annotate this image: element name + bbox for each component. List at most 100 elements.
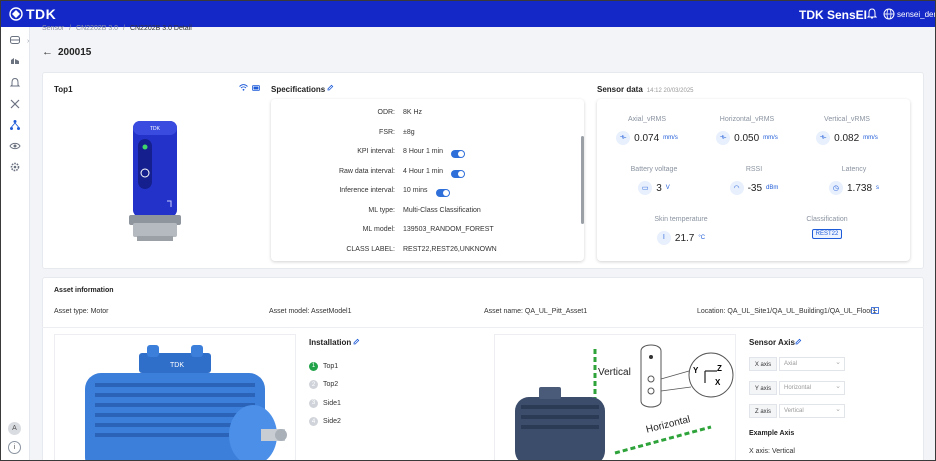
breadcrumb-model[interactable]: CN2202B 3.0 <box>76 25 118 32</box>
axis-label: Y axis <box>749 380 777 395</box>
metric-unit: mm/s <box>663 135 678 141</box>
metric-unit: mm/s <box>763 135 778 141</box>
sensor-device-image: TDK <box>129 121 181 241</box>
installation-title: Installation <box>309 338 352 347</box>
motor-image: TDK <box>85 345 287 460</box>
analytics-icon[interactable] <box>9 55 21 67</box>
edit-pencil-icon[interactable] <box>327 84 334 91</box>
spec-row: Inference interval: 10 mins <box>271 187 581 199</box>
axis-label: X axis <box>749 357 777 371</box>
page-title: 200015 <box>58 47 92 58</box>
metric-label: Battery voltage <box>630 166 678 173</box>
sensor-data-timestamp: 14:12 20/03/2025 <box>646 88 694 94</box>
metric-value: -35 <box>747 182 763 194</box>
axis-select[interactable]: Axial <box>779 357 845 371</box>
svg-text:TDK: TDK <box>170 362 184 369</box>
sidebar-expand-icon[interactable]: › <box>27 38 29 45</box>
sensor-axis-title: Sensor Axis <box>749 338 795 347</box>
metric-unit: s <box>876 185 880 191</box>
edit-pencil-icon[interactable] <box>795 338 802 345</box>
settings-gear-icon[interactable] <box>9 161 21 173</box>
specs-scrollbar[interactable] <box>581 136 584 224</box>
installation-step[interactable]: 4 Side2 <box>309 417 341 427</box>
clock-icon: ◷ <box>828 181 843 195</box>
battery-icon: ▭ <box>638 181 653 195</box>
metric-skin-temperature: Skin temperature ⏽ 21.7 °C <box>631 216 731 245</box>
spec-value: 139503_RANDOM_FOREST <box>403 226 494 233</box>
motor-image-box: TDK <box>54 334 296 460</box>
axis-row: Y axis Horizontal <box>749 380 845 395</box>
spec-label: CLASS LABEL: <box>346 245 395 253</box>
thermometer-icon: ⏽ <box>656 231 671 245</box>
app-brand: TDK SensEI <box>799 8 868 22</box>
svg-text:TDK: TDK <box>150 126 161 132</box>
metric-value-row: ◠ -35 dBm <box>704 181 804 195</box>
metric-value-row: ◷ 1.738 s <box>804 181 904 195</box>
interval-toggle[interactable] <box>436 189 450 197</box>
alert-bell-icon[interactable] <box>9 77 21 89</box>
vibration-icon: ⟛ <box>816 131 831 145</box>
axis-label: Z axis <box>749 404 777 418</box>
app-window: TDK TDK SensEI sensei_demo › <box>1 1 935 460</box>
edit-pencil-icon[interactable] <box>353 338 360 345</box>
vibration-icon: ⟛ <box>716 131 731 145</box>
dashboard-icon[interactable] <box>9 34 21 46</box>
classification-label: Classification <box>806 216 848 223</box>
tdk-logo[interactable]: TDK <box>9 6 56 22</box>
asset-type: Asset type: Motor <box>54 308 109 315</box>
step-number: 2 <box>309 380 318 389</box>
spec-value: Multi-Class Classification <box>403 206 481 214</box>
installation-step[interactable]: 3 Side1 <box>309 398 341 408</box>
breadcrumb-sep: / <box>69 25 72 32</box>
asset-type-label: Asset type: <box>54 308 89 315</box>
installation-step[interactable]: 2 Top2 <box>309 380 338 390</box>
vibration-icon: ⟛ <box>616 131 631 145</box>
tools-icon[interactable] <box>9 98 21 110</box>
metric-vertical-vrms: Vertical_vRMS ⟛ 0.082 mm/s <box>797 116 897 145</box>
breadcrumb-sensor[interactable]: Sensor <box>42 25 64 32</box>
metric-value-row: ⟛ 0.082 mm/s <box>797 131 897 145</box>
info-icon[interactable]: i <box>8 441 21 454</box>
metric-value-row: ▭ 3 V <box>604 181 704 195</box>
spec-value: 8 Hour 1 min <box>403 148 444 155</box>
classification-badge: REST22 <box>811 229 843 239</box>
spec-label: ML type: <box>368 206 395 214</box>
user-name[interactable]: sensei_demo <box>897 10 935 19</box>
metric-value: 0.050 <box>734 132 760 144</box>
axis-diagram <box>515 344 734 460</box>
back-arrow-icon[interactable]: ← <box>42 46 53 58</box>
x-axis-label: X <box>715 378 721 387</box>
spec-row: ML model: 139503_RANDOM_FOREST <box>271 226 581 238</box>
tdk-logo-icon <box>9 7 23 21</box>
step-number: 3 <box>309 398 318 408</box>
spec-row: KPI interval: 8 Hour 1 min <box>271 148 581 160</box>
step-label: Top2 <box>323 381 339 388</box>
metric-value: 3 <box>656 182 662 194</box>
bell-icon[interactable] <box>867 8 877 20</box>
spec-row: ODR: 8K Hz <box>271 109 581 121</box>
map-icon[interactable] <box>871 307 879 314</box>
avatar[interactable]: A <box>8 422 21 435</box>
metric-unit: dBm <box>766 185 779 191</box>
axis-select[interactable]: Horizontal <box>779 380 845 395</box>
metric-value: 1.738 <box>846 182 873 194</box>
interval-toggle[interactable] <box>451 150 465 158</box>
axis-row: X axis Axial <box>749 357 845 371</box>
asset-name-label: Asset name: <box>484 308 523 315</box>
step-number: 1 <box>309 361 318 371</box>
spec-row: Raw data interval: 4 Hour 1 min <box>271 168 581 180</box>
globe-icon[interactable] <box>883 8 895 20</box>
metric-value-row: ⏽ 21.7 °C <box>631 231 731 245</box>
top-bar: TDK TDK SensEI sensei_demo <box>1 1 935 27</box>
axis-diagram-box: Vertical Horizontal Y Z X <box>494 334 736 460</box>
interval-toggle[interactable] <box>451 169 465 178</box>
metric-classification: Classification REST22 <box>777 216 877 239</box>
axis-select[interactable]: Vertical <box>779 404 845 418</box>
eye-icon[interactable] <box>9 140 21 152</box>
spec-label: ODR: <box>377 109 396 116</box>
metric-value-row: ⟛ 0.074 mm/s <box>597 131 697 145</box>
installation-step[interactable]: 1 Top1 <box>309 361 338 371</box>
spec-label: FSR: <box>379 128 395 136</box>
sensor-network-icon[interactable] <box>9 119 21 131</box>
spec-label: ML model: <box>362 226 395 233</box>
